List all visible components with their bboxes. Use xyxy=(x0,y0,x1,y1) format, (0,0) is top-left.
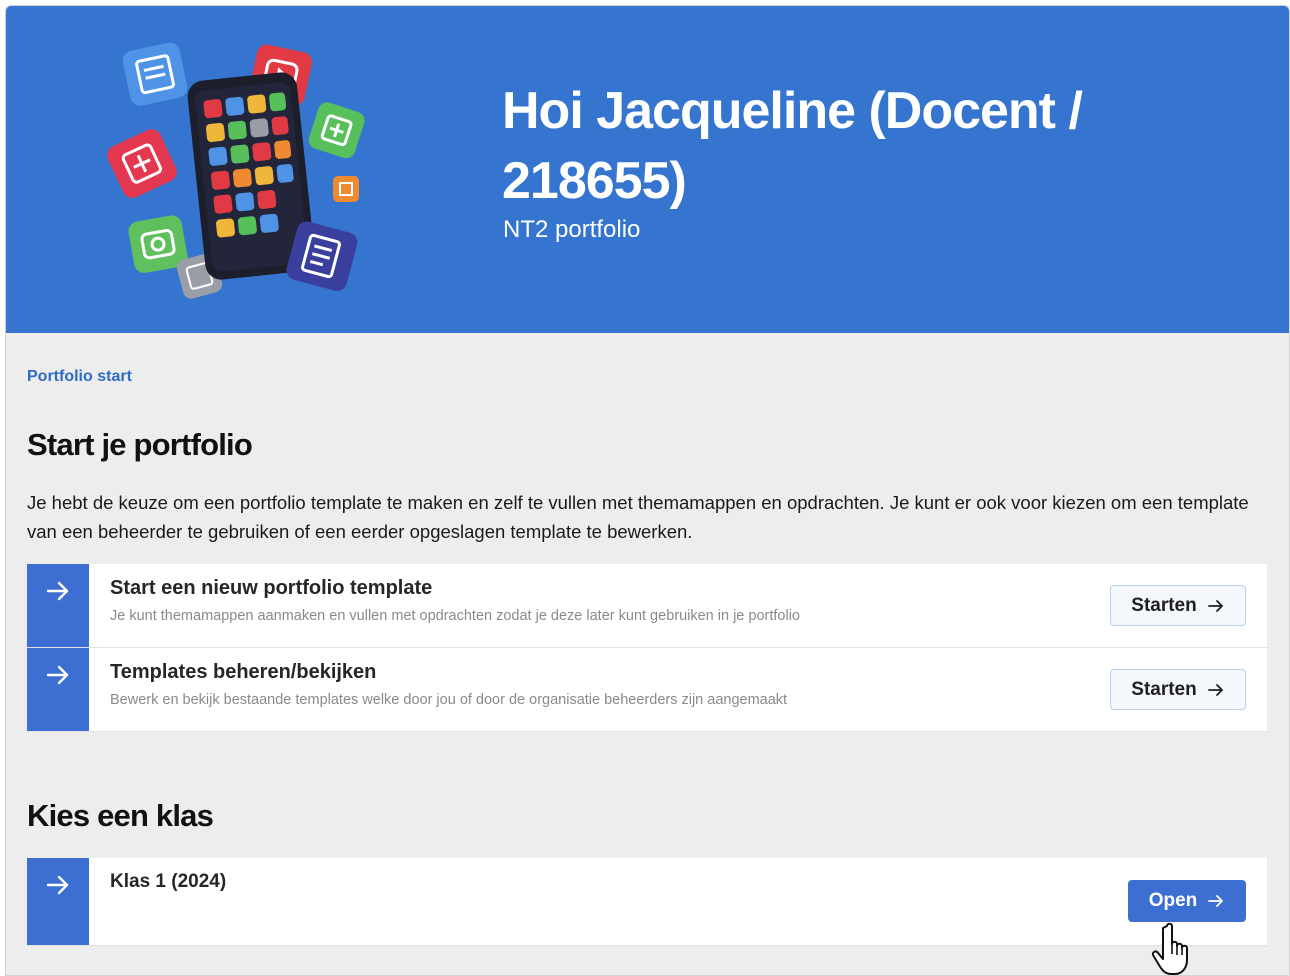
arrow-right-icon xyxy=(1207,683,1223,696)
breadcrumb-portfolio-start[interactable]: Portfolio start xyxy=(27,368,132,386)
page-subtitle: NT2 portfolio xyxy=(503,216,641,243)
card-title: Templates beheren/bekijken xyxy=(110,661,377,683)
card-class[interactable]: Klas 1 (2024) Open xyxy=(27,858,1267,946)
smartphone-apps-illustration xyxy=(107,42,365,299)
arrow-right-icon xyxy=(46,875,69,895)
start-new-template-button[interactable]: Starten xyxy=(1110,585,1246,626)
button-label: Starten xyxy=(1131,678,1197,700)
card-manage-templates[interactable]: Templates beheren/bekijken Bewerk en bek… xyxy=(27,648,1267,732)
button-label: Open xyxy=(1148,890,1198,911)
card-title: Start een nieuw portfolio template xyxy=(110,577,433,599)
start-portfolio-intro: Je hebt de keuze om een portfolio templa… xyxy=(27,492,1249,542)
app-frame: Hoi Jacqueline (Docent / 218655) NT2 por… xyxy=(5,5,1290,976)
card-accent-strip xyxy=(27,564,89,647)
choose-class-heading: Kies een klas xyxy=(27,798,214,833)
hero-banner: Hoi Jacqueline (Docent / 218655) NT2 por… xyxy=(6,6,1289,333)
arrow-right-icon xyxy=(1208,895,1224,907)
card-description: Bewerk en bekijk bestaande templates wel… xyxy=(110,692,788,708)
class-title: Klas 1 (2024) xyxy=(110,871,227,892)
arrow-right-icon xyxy=(46,581,69,601)
card-description: Je kunt themamappen aanmaken en vullen m… xyxy=(110,608,800,624)
manage-templates-button[interactable]: Starten xyxy=(1110,669,1246,710)
page-title: Hoi Jacqueline (Docent / 218655) xyxy=(502,82,1083,210)
hand-pointer-cursor xyxy=(1151,922,1188,975)
arrow-right-icon xyxy=(46,665,69,685)
start-portfolio-heading: Start je portfolio xyxy=(27,427,253,462)
card-new-template[interactable]: Start een nieuw portfolio template Je ku… xyxy=(27,564,1267,648)
arrow-right-icon xyxy=(1207,599,1223,612)
button-label: Starten xyxy=(1131,594,1197,616)
card-accent-strip xyxy=(27,858,89,945)
open-class-button[interactable]: Open xyxy=(1128,880,1246,922)
card-accent-strip xyxy=(27,648,89,731)
